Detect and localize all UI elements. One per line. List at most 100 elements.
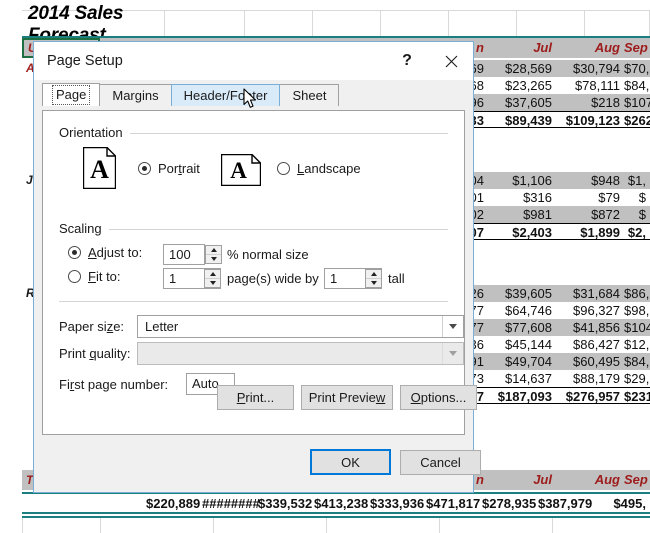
cancel-button-label: Cancel <box>420 455 461 470</box>
grid-line <box>552 518 553 533</box>
tab-header-footer[interactable]: Header/Footer <box>170 84 281 106</box>
paper-size-select[interactable]: Letter <box>137 315 464 338</box>
fit-to-middle-label: page(s) wide by <box>227 271 319 286</box>
landscape-icon-letter: A <box>230 158 247 183</box>
print-button-label: Print... <box>236 390 275 405</box>
fit-to-radio[interactable]: Fit to: <box>68 269 121 284</box>
group-divider <box>59 229 448 230</box>
table-cell: $41,856 <box>573 320 620 335</box>
grand-total-cell: $333,936 <box>370 496 425 511</box>
adjust-to-radio-dot[interactable] <box>68 246 81 259</box>
adjust-to-input[interactable]: 100 <box>163 244 205 265</box>
landscape-radio[interactable]: Landscape <box>277 161 361 176</box>
sheet-title-row: 2014 Sales Forecast <box>22 3 650 46</box>
spinner-down-icon[interactable] <box>366 279 381 287</box>
table-cell: $39,605 <box>505 286 552 301</box>
table-cell: $262, <box>624 113 650 128</box>
grid-line <box>22 518 23 533</box>
fit-tall-spinner[interactable] <box>365 269 382 288</box>
title-blank-cell <box>313 11 381 38</box>
portrait-page-icon: A <box>82 146 117 190</box>
print-button[interactable]: Print... <box>217 385 294 410</box>
landscape-label: Landscape <box>297 161 361 176</box>
table-cell: $84, <box>624 354 650 369</box>
ok-button[interactable]: OK <box>310 449 391 475</box>
table-cell: $77,608 <box>505 320 552 335</box>
table-cell: $104, <box>624 320 650 335</box>
spinner-down-icon[interactable] <box>206 255 221 263</box>
portrait-radio[interactable]: Portrait <box>138 161 200 176</box>
tab-page[interactable]: Page <box>42 83 101 106</box>
help-icon[interactable]: ? <box>385 42 429 80</box>
grand-total-cell: ######## <box>202 496 260 511</box>
print-quality-label: Print quality: <box>59 346 131 361</box>
table-cell: $86, <box>624 286 650 301</box>
table-cell: $872 <box>591 207 620 222</box>
table-cell: $70, <box>624 61 650 76</box>
options-button-label: Options... <box>410 390 467 405</box>
portrait-label: Portrait <box>158 161 200 176</box>
print-preview-button[interactable]: Print Preview <box>301 385 393 410</box>
table-cell: $79 <box>598 190 620 205</box>
bottom-header-aug: Aug <box>594 472 620 487</box>
chevron-down-icon <box>442 343 463 364</box>
dialog-titlebar: Page Setup ? <box>34 42 473 80</box>
adjust-to-radio[interactable]: Adjust to: <box>68 245 142 260</box>
column-header-aug: Aug <box>594 40 620 55</box>
page-setup-dialog[interactable]: Page Setup ? Page Margins Header/Footer <box>33 41 481 493</box>
table-cell: $218 <box>591 95 620 110</box>
table-cell: $30,794 <box>573 61 620 76</box>
first-page-number-label: First page number: <box>59 377 169 392</box>
tab-margins[interactable]: Margins <box>99 84 172 106</box>
grid-line <box>100 518 101 533</box>
adjust-to-suffix: % normal size <box>227 247 309 262</box>
close-icon[interactable] <box>429 42 473 80</box>
table-cell: $37,605 <box>505 95 552 110</box>
scaling-group: Scaling Adjust to: 100 % normal size Fit… <box>59 221 448 291</box>
table-cell: $1,899 <box>580 225 620 240</box>
tab-sheet[interactable]: Sheet <box>279 84 340 106</box>
title-blank-cell <box>517 11 585 38</box>
orientation-group-label: Orientation <box>59 125 130 140</box>
table-cell: $96,327 <box>573 303 620 318</box>
table-cell: $2,403 <box>512 225 552 240</box>
landscape-radio-dot[interactable] <box>277 162 290 175</box>
table-cell: $107, <box>624 95 650 110</box>
options-button[interactable]: Options... <box>400 385 477 410</box>
title-blank-cell <box>381 11 449 38</box>
grand-total-cell: $278,935 <box>482 496 537 511</box>
spinner-up-icon[interactable] <box>205 270 220 279</box>
table-cell: $78,111 <box>574 78 620 93</box>
fit-to-label: Fit to: <box>88 269 121 284</box>
fit-wide-spinner[interactable] <box>204 269 221 288</box>
table-cell: $2, <box>627 225 646 240</box>
landscape-page-icon: A <box>220 153 262 187</box>
table-cell: $49,704 <box>505 354 552 369</box>
dialog-tabs[interactable]: Page Margins Header/Footer Sheet <box>42 83 473 106</box>
scaling-group-label: Scaling <box>59 221 109 236</box>
adjust-to-spinner[interactable] <box>205 245 222 264</box>
ok-button-label: OK <box>341 454 360 470</box>
group-divider <box>59 301 448 302</box>
spinner-down-icon[interactable] <box>205 279 220 287</box>
spinner-up-icon[interactable] <box>206 246 221 255</box>
table-cell: $31,684 <box>573 286 620 301</box>
grand-total-cell: $339,532 <box>258 496 313 511</box>
paper-size-value: Letter <box>145 319 179 334</box>
fit-to-radio-dot[interactable] <box>68 270 81 283</box>
adjust-to-label: Adjust to: <box>88 245 143 260</box>
chevron-down-icon[interactable] <box>442 316 463 337</box>
table-cell: $12, <box>624 337 650 352</box>
title-blank-cell <box>245 11 313 38</box>
portrait-radio-dot[interactable] <box>138 162 151 175</box>
bottom-header-sep: Sep <box>624 472 648 487</box>
column-header-jul: Jul <box>533 40 552 55</box>
table-cell: $88,179 <box>573 371 620 386</box>
grid-line <box>326 518 327 533</box>
grand-total-cell: $495, <box>613 496 646 511</box>
spinner-up-icon[interactable] <box>366 270 381 279</box>
title-blank-cell <box>165 11 245 38</box>
fit-tall-label: tall <box>388 271 405 286</box>
cancel-button[interactable]: Cancel <box>400 450 481 475</box>
table-cell: $1, <box>627 173 646 188</box>
